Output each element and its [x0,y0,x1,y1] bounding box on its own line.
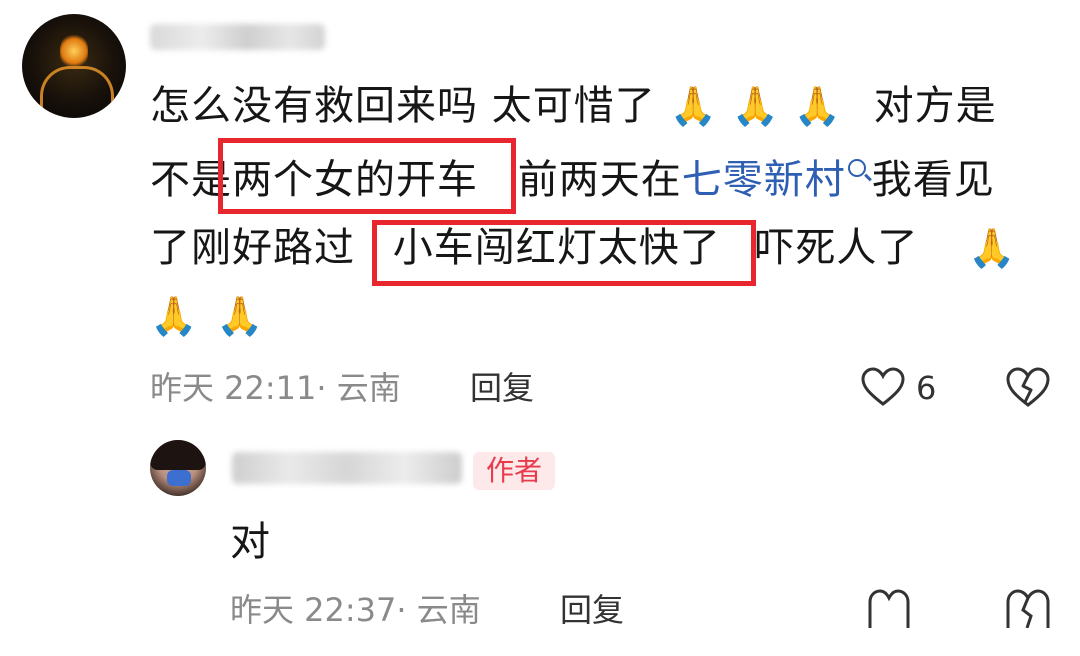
comment-text-segment: 前两天在 [517,157,682,203]
heart-outline-icon[interactable] [866,588,912,628]
reply-text: 对 [230,519,271,565]
comment-timestamp-location: 昨天 22:11· 云南 [150,369,401,407]
reply-timestamp-location: 昨天 22:37· 云南 [230,591,481,629]
praying-hands-emoji: 🙏 [968,226,1017,270]
comment-text-segment: 怎么没有救回来吗 太可惜了 [150,83,656,129]
praying-hands-emoji: 🙏 [216,294,265,338]
comment-text-segment: 了刚好路过 [150,225,355,271]
heart-outline-icon[interactable] [860,366,906,408]
location-link[interactable]: 七零新村 [682,157,846,203]
highlight-box-2 [372,220,756,286]
author-name-blurred[interactable] [232,452,462,484]
comment-text-segment: 我看见 [871,157,995,203]
avatar-figure [40,66,114,118]
broken-heart-icon[interactable] [1004,588,1052,628]
praying-hands-emoji: 🙏 [793,84,842,128]
like-count: 6 [916,369,937,407]
comment-text-segment: 对方是 [873,83,997,129]
author-badge: 作者 [473,452,555,490]
praying-hands-emoji: 🙏 [731,84,780,128]
highlight-box-1 [218,138,516,214]
comment-line-4: 🙏 🙏 [150,290,264,342]
comment-text-segment: 吓死人了 [754,225,919,271]
praying-hands-emoji: 🙏 [669,84,718,128]
avatar-mask [167,470,191,486]
comment-line-1: 怎么没有救回来吗 太可惜了 🙏 🙏 🙏 对方是 [150,80,997,132]
broken-heart-icon[interactable] [1004,366,1052,408]
commenter-avatar[interactable] [22,14,126,118]
search-icon [847,159,866,177]
avatar-glow [60,34,88,68]
avatar-hair [150,440,206,470]
praying-hands-emoji: 🙏 [150,294,199,338]
reply-button-2[interactable]: 回复 [560,590,624,630]
commenter-name-blurred[interactable] [150,24,325,50]
reply-button[interactable]: 回复 [470,368,534,408]
author-avatar[interactable] [150,440,206,496]
